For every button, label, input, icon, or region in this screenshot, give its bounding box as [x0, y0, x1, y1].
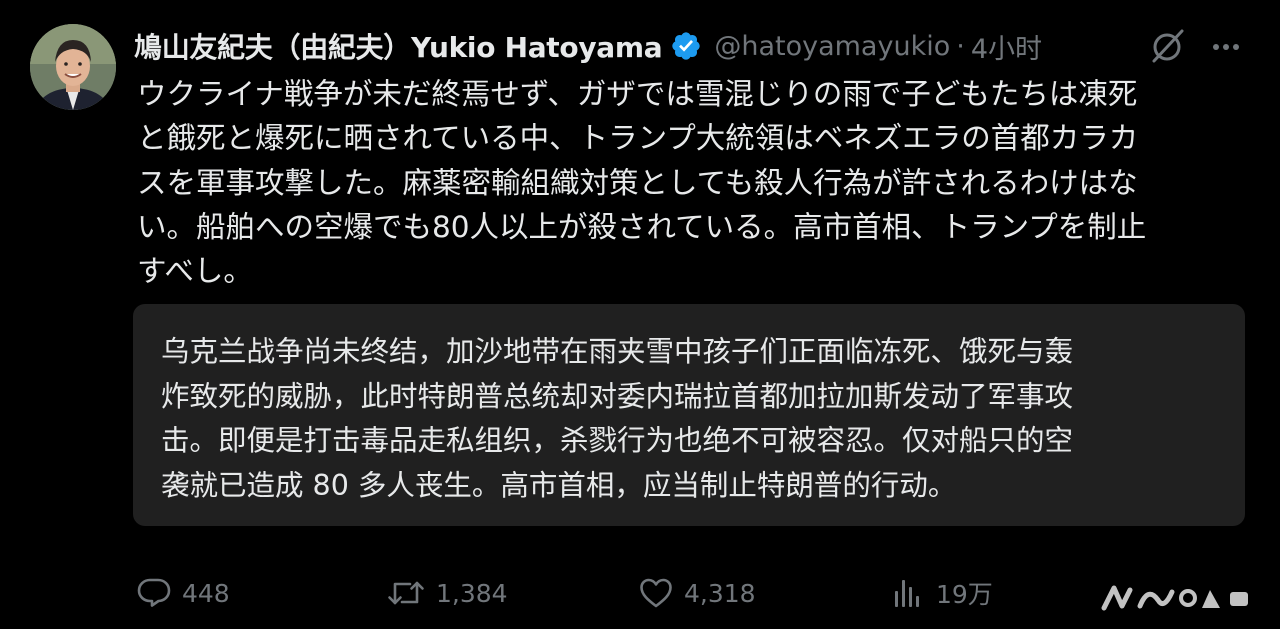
- translation-line: 击。即便是打击毒品走私组织，杀戮行为也绝不可被容忍。仅对船只的空: [161, 424, 1074, 457]
- action-bar: 448 1,384 4,318 19万: [0, 568, 1280, 618]
- views-button[interactable]: 19万: [890, 568, 993, 618]
- post-timestamp[interactable]: 4小时: [971, 27, 1042, 66]
- reply-icon: [137, 578, 171, 607]
- translation-line: 乌克兰战争尚未终结，加沙地带在雨夹雪中孩子们正面临冻死、饿死与轰: [161, 335, 1074, 368]
- author-handle[interactable]: @hatoyamayukio: [714, 31, 950, 62]
- post-text-line: すべし。: [137, 254, 253, 289]
- views-count: 19万: [936, 580, 993, 609]
- header-separator: ·: [956, 30, 965, 62]
- post-text: ウクライナ戦争が未だ終焉せず、ガザでは雪混じりの雨で子どもたちは凍死 と餓死と爆死…: [137, 72, 1237, 293]
- post-text-line: ウクライナ戦争が未だ終焉せず、ガザでは雪混じりの雨で子どもたちは凍死: [137, 77, 1138, 111]
- translation-box: 乌克兰战争尚未终结，加沙地带在雨夹雪中孩子们正面临冻死、饿死与轰 炸致死的威胁，此…: [133, 304, 1245, 526]
- post-text-line: スを軍事攻撃した。麻薬密輸組織対策としても殺人行為が許されるわけはな: [137, 165, 1138, 200]
- post: 鳩山友紀夫（由紀夫）Yukio Hatoyama @hatoyamayukio …: [0, 0, 1280, 629]
- avatar[interactable]: [30, 24, 116, 110]
- like-count: 4,318: [684, 578, 756, 608]
- post-text-line: い。船舶への空爆でも80人以上が殺されている。高市首相、トランプを制止: [137, 209, 1147, 244]
- verified-badge-icon: [672, 32, 701, 60]
- like-button[interactable]: 4,318: [638, 568, 756, 618]
- watermark-graphic: [1101, 585, 1248, 611]
- views-icon: [895, 580, 919, 607]
- avatar-image: [30, 24, 116, 110]
- repost-button[interactable]: 1,384: [386, 568, 508, 618]
- translation-text: 乌克兰战争尚未终结，加沙地带在雨夹雪中孩子们正面临冻死、饿死与轰 炸致死的威胁，此…: [161, 330, 1221, 508]
- translation-line: 袭就已造成 80 多人丧生。高市首相，应当制止特朗普的行动。: [161, 468, 957, 502]
- reply-button[interactable]: 448: [136, 568, 230, 618]
- repost-count: 1,384: [436, 578, 508, 608]
- translation-line: 炸致死的威胁，此时特朗普总统却对委内瑞拉首都加拉加斯发动了军事攻: [161, 379, 1074, 413]
- more-icon[interactable]: [1208, 32, 1244, 62]
- author-display-name[interactable]: 鳩山友紀夫（由紀夫）Yukio Hatoyama: [134, 26, 663, 66]
- repost-icon: [388, 581, 424, 605]
- reply-count: 448: [182, 578, 230, 608]
- post-text-line: と餓死と爆死に晒されている中、トランプ大統領はベネズエラの首都カラカ: [137, 121, 1139, 156]
- like-icon: [640, 578, 672, 608]
- grok-icon[interactable]: [1148, 26, 1188, 66]
- post-header: 鳩山友紀夫（由紀夫）Yukio Hatoyama @hatoyamayukio …: [134, 22, 1254, 70]
